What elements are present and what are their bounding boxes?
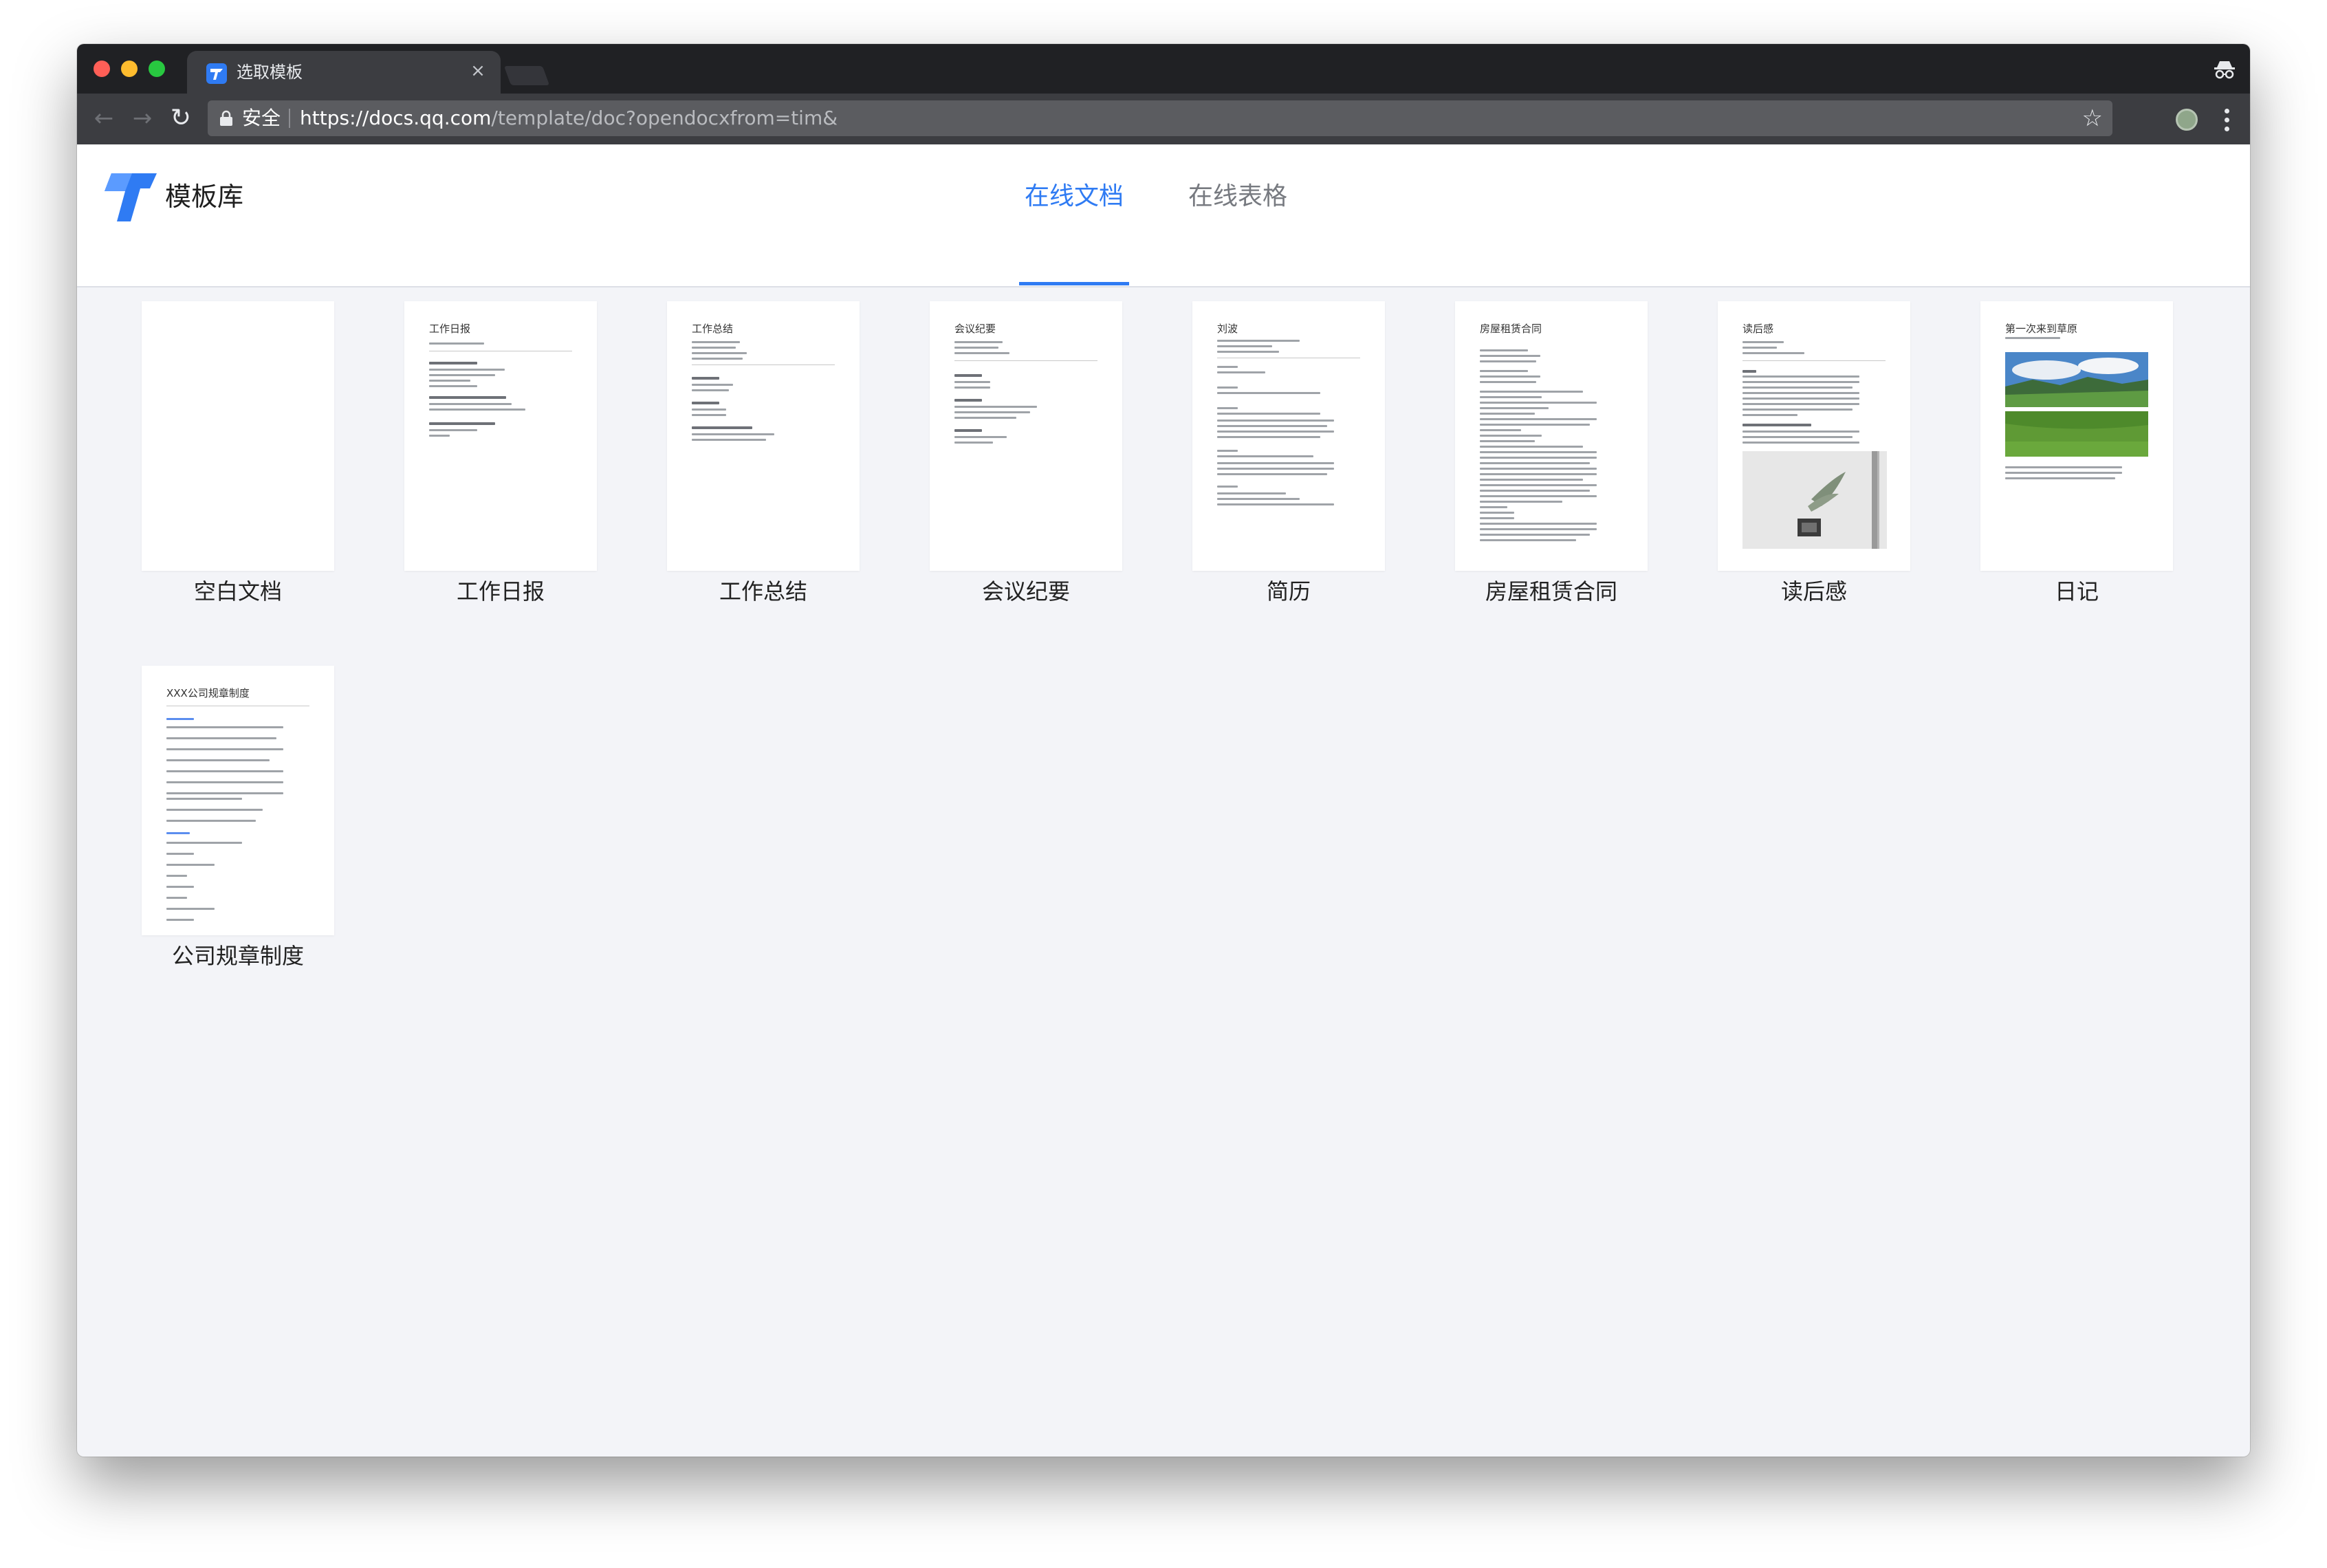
template-label-daily-report[interactable]: 工作日报 (370, 575, 631, 608)
address-bar[interactable]: 安全 https://docs.qq.com/template/doc?open… (208, 100, 2112, 136)
minimize-window-button[interactable] (121, 61, 138, 77)
template-label-diary[interactable]: 日记 (1946, 575, 2207, 608)
doc-title: 第一次来到草原 (2005, 323, 2078, 335)
template-card-blank[interactable] (142, 301, 334, 571)
page-header: 模板库 在线文档 在线表格 (77, 144, 2250, 287)
doc-title: 刘波 (1217, 323, 1238, 335)
template-label-company-rules[interactable]: 公司规章制度 (107, 939, 369, 972)
browser-toolbar: ← → ↻ 安全 https://docs.qq.com/template/do… (77, 94, 2250, 144)
doc-title: 房屋租赁合同 (1480, 323, 1542, 335)
browser-menu-icon[interactable] (2220, 105, 2233, 133)
template-card-company-rules[interactable]: XXX公司规章制度 (142, 666, 334, 935)
template-label-lease-contract[interactable]: 房屋租赁合同 (1421, 575, 1682, 608)
url-host: https://docs.qq.com (300, 107, 492, 129)
tab-online-sheets[interactable]: 在线表格 (1188, 176, 1287, 217)
template-label-meeting-minutes[interactable]: 会议纪要 (895, 575, 1157, 608)
forward-arrow-icon[interactable]: → (128, 105, 157, 133)
doc-title: XXX公司规章制度 (166, 687, 250, 699)
browser-tab[interactable]: 选取模板 × (187, 51, 501, 94)
tencent-docs-logo-icon (105, 173, 157, 221)
diary-photo-sky (2005, 352, 2148, 407)
template-label-resume[interactable]: 简历 (1158, 575, 1419, 608)
reload-icon[interactable]: ↻ (166, 105, 195, 133)
doc-title: 工作日报 (429, 323, 471, 335)
new-tab-button[interactable] (503, 66, 550, 85)
template-card-work-summary[interactable]: 工作总结 (667, 301, 860, 571)
bookmark-star-icon[interactable]: ☆ (2082, 100, 2103, 136)
template-card-diary[interactable]: 第一次来到草原 (1980, 301, 2173, 571)
tab-online-docs[interactable]: 在线文档 (1025, 176, 1124, 217)
url-path: /template/doc?opendocxfrom=tim& (491, 107, 838, 129)
template-card-daily-report[interactable]: 工作日报 (404, 301, 597, 571)
active-tab-indicator (1019, 282, 1129, 285)
tab-title: 选取模板 (237, 63, 303, 82)
template-card-lease-contract[interactable]: 房屋租赁合同 (1455, 301, 1648, 571)
incognito-icon (2214, 61, 2235, 79)
book-report-photo (1742, 451, 1887, 549)
address-divider (289, 109, 290, 128)
back-arrow-icon[interactable]: ← (89, 105, 118, 133)
template-label-blank[interactable]: 空白文档 (107, 575, 369, 608)
template-label-work-summary[interactable]: 工作总结 (633, 575, 894, 608)
url-text[interactable]: https://docs.qq.com/template/doc?opendoc… (300, 100, 838, 136)
tencent-docs-favicon-icon (206, 63, 227, 84)
template-card-resume[interactable]: 刘波 (1192, 301, 1385, 571)
tab-close-icon[interactable]: × (466, 59, 490, 83)
browser-window: 选取模板 × ← → ↻ 安全 https://docs.qq.com/temp… (77, 44, 2250, 1457)
close-window-button[interactable] (94, 61, 110, 77)
doc-title: 读后感 (1742, 323, 1774, 335)
lock-icon (220, 110, 232, 126)
brand-name: 模板库 (165, 182, 244, 212)
doc-title: 工作总结 (692, 323, 734, 335)
doc-title: 会议纪要 (954, 323, 996, 335)
template-card-book-report[interactable]: 读后感 (1718, 301, 1910, 571)
diary-photo-grass (2005, 411, 2148, 457)
zoom-window-button[interactable] (149, 61, 165, 77)
profile-avatar[interactable] (2176, 109, 2198, 131)
template-card-meeting-minutes[interactable]: 会议纪要 (930, 301, 1122, 571)
title-bar: 选取模板 × (77, 44, 2250, 94)
secure-label: 安全 (242, 107, 281, 129)
template-label-book-report[interactable]: 读后感 (1683, 575, 1945, 608)
